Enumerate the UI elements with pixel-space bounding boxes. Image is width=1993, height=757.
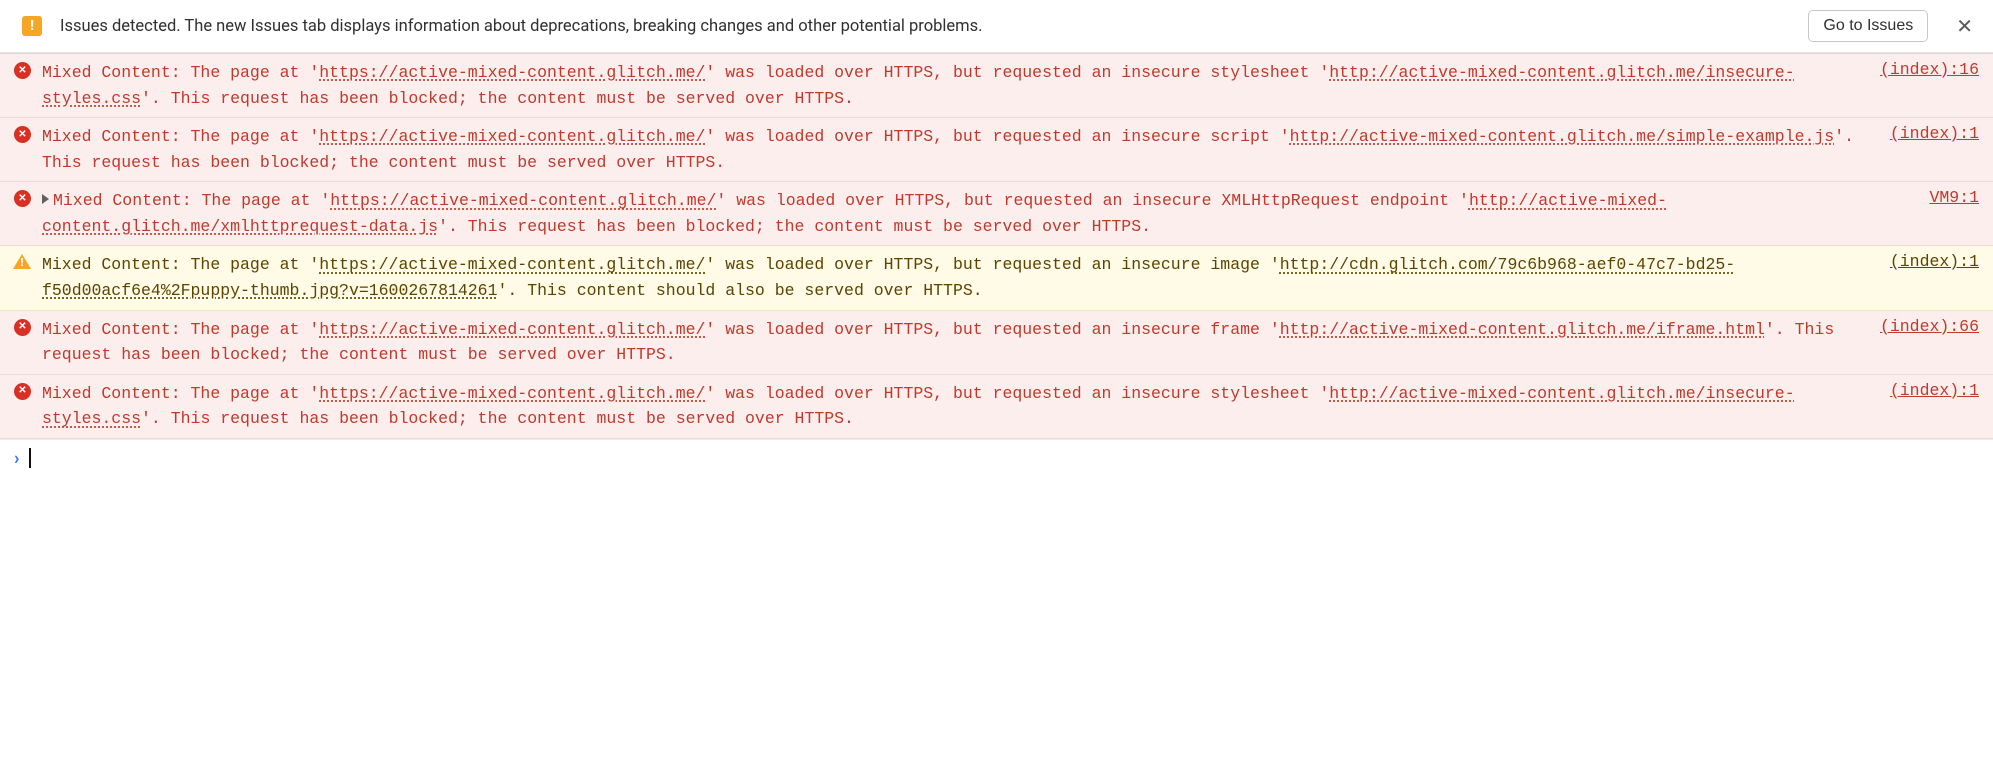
message-segment: '. This request has been blocked; the co… [141,89,854,108]
page-url-link[interactable]: https://active-mixed-content.glitch.me/ [319,255,705,274]
page-url-link[interactable]: https://active-mixed-content.glitch.me/ [319,384,705,403]
message-segment: ' was loaded over HTTPS, but requested a… [705,384,1329,403]
expand-triangle-icon[interactable] [42,194,49,204]
issues-infobar: ! Issues detected. The new Issues tab di… [0,0,1993,53]
console-input[interactable] [41,449,1979,468]
error-icon [14,319,31,336]
console-message: Mixed Content: The page at 'https://acti… [0,118,1993,182]
console-message: Mixed Content: The page at 'https://acti… [0,54,1993,118]
issues-infobar-text: Issues detected. The new Issues tab disp… [60,17,1790,36]
console-message: Mixed Content: The page at 'https://acti… [0,311,1993,375]
error-icon [14,190,31,207]
source-location: VM9:1 [1911,188,1979,207]
console-message: Mixed Content: The page at 'https://acti… [0,375,1993,439]
source-location: (index):1 [1872,381,1979,400]
console-message: Mixed Content: The page at 'https://acti… [0,182,1993,246]
message-segment: Mixed Content: The page at ' [42,384,319,403]
text-cursor [29,448,31,468]
page-url-link[interactable]: https://active-mixed-content.glitch.me/ [319,320,705,339]
source-location: (index):16 [1862,60,1979,79]
message-text: Mixed Content: The page at 'https://acti… [42,60,1854,111]
message-segment: Mixed Content: The page at ' [42,320,319,339]
source-link[interactable]: (index):66 [1880,317,1979,336]
message-segment: Mixed Content: The page at ' [42,63,319,82]
prompt-caret-icon: › [14,448,19,469]
message-text: Mixed Content: The page at 'https://acti… [42,252,1864,303]
message-segment: '. This request has been blocked; the co… [141,409,854,428]
go-to-issues-button[interactable]: Go to Issues [1808,10,1928,42]
error-icon [14,62,31,79]
close-icon[interactable]: ✕ [1946,14,1979,38]
message-text: Mixed Content: The page at 'https://acti… [42,188,1903,239]
source-location: (index):66 [1862,317,1979,336]
page-url-link[interactable]: https://active-mixed-content.glitch.me/ [319,127,705,146]
source-link[interactable]: (index):1 [1890,252,1979,271]
source-link[interactable]: (index):1 [1890,381,1979,400]
source-link[interactable]: VM9:1 [1929,188,1979,207]
issues-warn-icon: ! [22,16,42,36]
message-segment: Mixed Content: The page at ' [53,191,330,210]
console-message: Mixed Content: The page at 'https://acti… [0,246,1993,310]
message-segment: ' was loaded over HTTPS, but requested a… [705,320,1279,339]
console-prompt[interactable]: › [0,439,1993,477]
message-segment: ' was loaded over HTTPS, but requested a… [705,63,1329,82]
error-icon [14,126,31,143]
message-segment: ' was loaded over HTTPS, but requested a… [705,255,1279,274]
console-log: Mixed Content: The page at 'https://acti… [0,53,1993,439]
message-text: Mixed Content: The page at 'https://acti… [42,124,1864,175]
resource-url-link[interactable]: http://active-mixed-content.glitch.me/si… [1290,127,1835,146]
error-icon [14,383,31,400]
message-segment: '. This content should also be served ov… [497,281,982,300]
warning-icon [13,254,31,269]
source-location: (index):1 [1872,252,1979,271]
message-segment: ' was loaded over HTTPS, but requested a… [705,127,1289,146]
message-segment: ' was loaded over HTTPS, but requested a… [716,191,1469,210]
message-segment: '. This request has been blocked; the co… [438,217,1151,236]
resource-url-link[interactable]: http://active-mixed-content.glitch.me/if… [1280,320,1765,339]
message-segment: Mixed Content: The page at ' [42,127,319,146]
message-segment: Mixed Content: The page at ' [42,255,319,274]
message-text: Mixed Content: The page at 'https://acti… [42,381,1864,432]
source-link[interactable]: (index):1 [1890,124,1979,143]
source-link[interactable]: (index):16 [1880,60,1979,79]
source-location: (index):1 [1872,124,1979,143]
page-url-link[interactable]: https://active-mixed-content.glitch.me/ [330,191,716,210]
message-text: Mixed Content: The page at 'https://acti… [42,317,1854,368]
page-url-link[interactable]: https://active-mixed-content.glitch.me/ [319,63,705,82]
